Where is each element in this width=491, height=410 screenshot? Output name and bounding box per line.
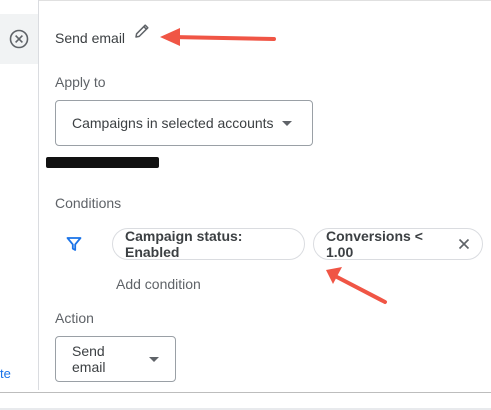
rule-title: Send email <box>55 30 126 46</box>
left-rail-link[interactable]: te <box>0 366 11 381</box>
condition-chip[interactable]: Conversions < 1.00 <box>313 228 483 260</box>
remove-chip-icon[interactable] <box>458 238 470 250</box>
close-button[interactable] <box>0 14 38 64</box>
condition-chip-label: Conversions < 1.00 <box>326 228 423 260</box>
condition-chip[interactable]: Campaign status: Enabled <box>112 228 305 260</box>
action-value: Send email <box>72 343 106 375</box>
annotation-arrow-chip <box>326 267 387 304</box>
apply-to-label: Apply to <box>55 74 106 90</box>
action-dropdown[interactable]: Send email <box>55 336 176 382</box>
apply-to-value: Campaigns in selected accounts <box>72 115 274 131</box>
apply-to-dropdown[interactable]: Campaigns in selected accounts <box>55 100 313 146</box>
redaction-bar <box>46 157 159 168</box>
edit-pencil-icon[interactable] <box>133 22 151 40</box>
dropdown-arrow-icon <box>149 356 159 362</box>
condition-chip-label: Campaign status: Enabled <box>125 228 243 260</box>
add-condition-button[interactable]: Add condition <box>116 276 201 292</box>
dropdown-arrow-icon <box>281 120 292 126</box>
annotation-arrow-title <box>160 28 276 46</box>
top-divider <box>38 0 491 1</box>
footer-divider <box>0 392 491 393</box>
action-label: Action <box>55 310 94 326</box>
close-circle-icon <box>9 29 29 49</box>
conditions-label: Conditions <box>55 195 122 211</box>
filter-icon[interactable] <box>66 236 82 252</box>
left-rail: te <box>0 0 39 390</box>
